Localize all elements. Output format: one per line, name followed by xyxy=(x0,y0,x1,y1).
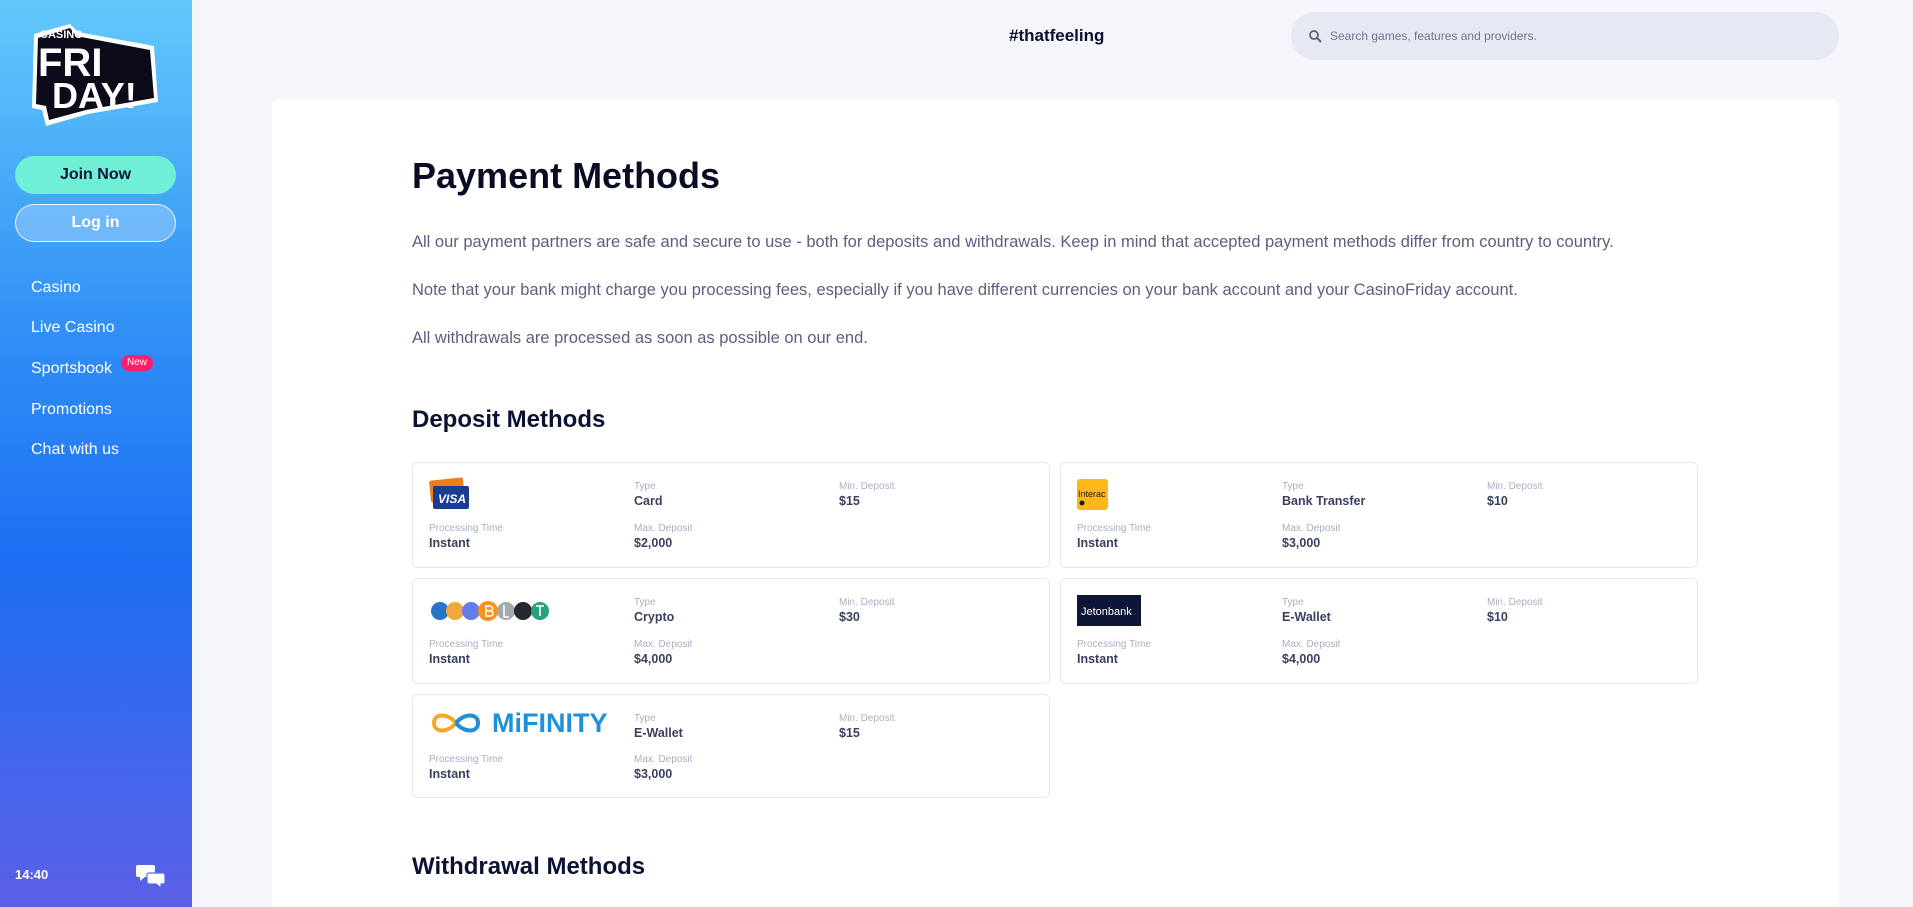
max-deposit-value: $3,000 xyxy=(634,767,673,781)
payment-method-card[interactable]: Jetonbank Type E-Wallet Min. Deposit $10… xyxy=(1060,578,1698,684)
sidebar-item-chat[interactable]: Chat with us xyxy=(31,430,119,470)
type-value: Crypto xyxy=(634,610,675,624)
withdrawal-methods-heading: Withdrawal Methods xyxy=(412,853,646,880)
casino-friday-logo[interactable]: CASINO FRI DAY! xyxy=(30,22,162,130)
search-bar[interactable] xyxy=(1291,12,1839,60)
type-label: Type xyxy=(634,597,656,608)
processing-time-value: Instant xyxy=(429,652,470,666)
sidebar-nav: Casino Live Casino Sportsbook New Promot… xyxy=(31,268,154,470)
max-deposit-value: $4,000 xyxy=(1282,652,1321,666)
type-label: Type xyxy=(1282,597,1304,608)
min-deposit-label: Min. Deposit xyxy=(839,713,895,724)
search-input[interactable] xyxy=(1330,29,1810,43)
interac-icon: Interac xyxy=(1076,477,1110,511)
max-deposit-label: Max. Deposit xyxy=(1282,639,1341,650)
svg-text:CASINO: CASINO xyxy=(40,29,83,41)
sidebar-item-casino[interactable]: Casino xyxy=(31,268,119,308)
processing-time-label: Processing Time xyxy=(1077,523,1151,534)
processing-time-value: Instant xyxy=(1077,536,1118,550)
sidebar-item-label: Casino xyxy=(31,279,81,296)
tagline: #thatfeeling xyxy=(1009,26,1105,45)
svg-text:VISA: VISA xyxy=(438,492,466,506)
processing-time-label: Processing Time xyxy=(429,639,503,650)
min-deposit-label: Min. Deposit xyxy=(1487,597,1543,608)
type-value: Bank Transfer xyxy=(1282,494,1366,508)
processing-time-label: Processing Time xyxy=(429,754,503,765)
max-deposit-value: $3,000 xyxy=(1282,536,1321,550)
type-label: Type xyxy=(634,713,656,724)
search-icon xyxy=(1309,29,1322,43)
intro-paragraph: All our payment partners are safe and se… xyxy=(412,233,1614,251)
processing-time-value: Instant xyxy=(429,767,470,781)
sidebar-item-label: Promotions xyxy=(31,401,112,418)
chat-bubbles-icon[interactable] xyxy=(136,862,166,890)
min-deposit-label: Min. Deposit xyxy=(839,481,895,492)
main-card: Payment Methods All our payment partners… xyxy=(272,99,1839,907)
payment-method-card[interactable]: Interac Type Bank Transfer Min. Deposit … xyxy=(1060,462,1698,568)
sidebar: CASINO FRI DAY! Join Now Log in Casino L… xyxy=(0,0,192,907)
visa-card-icon: VISA xyxy=(428,477,470,511)
svg-text:Interac: Interac xyxy=(1078,489,1106,499)
clock-time: 14:40 xyxy=(15,867,49,882)
type-value: E-Wallet xyxy=(634,726,683,740)
mifinity-icon: MiFINITY xyxy=(428,705,628,739)
payment-method-card[interactable]: MiFINITY Type E-Wallet Min. Deposit $15 … xyxy=(412,694,1050,798)
processing-time-value: Instant xyxy=(1077,652,1118,666)
jetonbank-icon: Jetonbank xyxy=(1076,593,1142,627)
sidebar-item-label: Sportsbook xyxy=(31,360,112,377)
page-title: Payment Methods xyxy=(412,155,721,196)
type-value: E-Wallet xyxy=(1282,610,1331,624)
processing-time-label: Processing Time xyxy=(1077,639,1151,650)
sidebar-item-label: Live Casino xyxy=(31,319,115,336)
max-deposit-label: Max. Deposit xyxy=(634,754,693,765)
svg-text:Jetonbank: Jetonbank xyxy=(1081,606,1132,618)
payment-method-card[interactable]: VISA Type Card Min. Deposit $15 Processi… xyxy=(412,462,1050,568)
sidebar-item-sportsbook[interactable]: Sportsbook New xyxy=(31,348,154,390)
join-now-button[interactable]: Join Now xyxy=(15,156,176,194)
min-deposit-label: Min. Deposit xyxy=(1487,481,1543,492)
crypto-coins-icon xyxy=(428,593,556,627)
type-value: Card xyxy=(634,494,663,508)
min-deposit-label: Min. Deposit xyxy=(839,597,895,608)
sidebar-item-live-casino[interactable]: Live Casino xyxy=(31,308,119,348)
type-label: Type xyxy=(634,481,656,492)
withdrawals-paragraph: All withdrawals are processed as soon as… xyxy=(412,329,868,347)
processing-time-value: Instant xyxy=(429,536,470,550)
deposit-methods-heading: Deposit Methods xyxy=(412,406,606,433)
type-label: Type xyxy=(1282,481,1304,492)
log-in-button[interactable]: Log in xyxy=(15,204,176,242)
new-badge: New xyxy=(121,355,154,371)
max-deposit-value: $4,000 xyxy=(634,652,673,666)
min-deposit-value: $10 xyxy=(1487,494,1508,508)
max-deposit-value: $2,000 xyxy=(634,536,673,550)
sidebar-item-promotions[interactable]: Promotions xyxy=(31,390,119,430)
max-deposit-label: Max. Deposit xyxy=(634,639,693,650)
payment-method-card[interactable]: Type Crypto Min. Deposit $30 Processing … xyxy=(412,578,1050,684)
min-deposit-value: $10 xyxy=(1487,610,1508,624)
svg-text:MiFINITY: MiFINITY xyxy=(492,708,608,738)
max-deposit-label: Max. Deposit xyxy=(634,523,693,534)
fees-paragraph: Note that your bank might charge you pro… xyxy=(412,281,1518,299)
min-deposit-value: $15 xyxy=(839,726,860,740)
sidebar-item-label: Chat with us xyxy=(31,441,120,458)
processing-time-label: Processing Time xyxy=(429,523,503,534)
max-deposit-label: Max. Deposit xyxy=(1282,523,1341,534)
min-deposit-value: $30 xyxy=(839,610,860,624)
svg-text:DAY!: DAY! xyxy=(52,75,137,116)
min-deposit-value: $15 xyxy=(839,494,860,508)
